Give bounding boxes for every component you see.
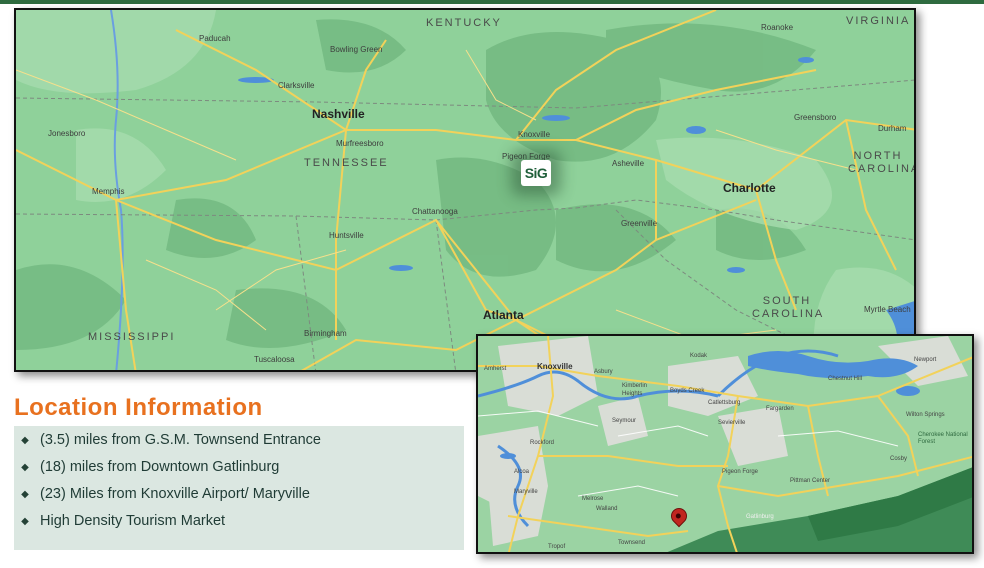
location-info-title: Location Information bbox=[14, 394, 263, 421]
city-greensboro: Greensboro bbox=[794, 113, 837, 122]
list-item: ◆ (23) Miles from Knoxville Airport/ Mar… bbox=[18, 486, 310, 502]
list-item-text: (3.5) miles from G.S.M. Townsend Entranc… bbox=[40, 432, 321, 448]
diamond-bullet-icon: ◆ bbox=[21, 461, 29, 473]
state-label-kentucky: KENTUCKY bbox=[426, 17, 502, 29]
inset-place-catlettsburg: Catlettsburg bbox=[708, 400, 741, 406]
state-label-virginia: VIRGINIA bbox=[846, 15, 911, 27]
inset-place-walland: Walland bbox=[596, 506, 618, 512]
location-info-list: ◆ (3.5) miles from G.S.M. Townsend Entra… bbox=[14, 426, 464, 550]
inset-map[interactable]: Amherst Knoxville Asbury Kodak Newport K… bbox=[476, 334, 974, 554]
top-rule bbox=[0, 0, 984, 4]
inset-place-sevierville: Sevierville bbox=[718, 420, 746, 426]
regional-map[interactable]: KENTUCKY VIRGINIA TENNESSEE NORTH CAROLI… bbox=[14, 8, 916, 372]
city-knoxville: Knoxville bbox=[518, 130, 551, 139]
inset-place-wilton-springs: Wilton Springs bbox=[906, 412, 945, 418]
city-huntsville: Huntsville bbox=[329, 231, 364, 240]
inset-place-cosby: Cosby bbox=[890, 456, 908, 462]
list-item-text: (18) miles from Downtown Gatlinburg bbox=[40, 459, 280, 475]
city-asheville: Asheville bbox=[612, 159, 645, 168]
inset-place-rockford: Rockford bbox=[530, 440, 555, 446]
city-memphis: Memphis bbox=[92, 187, 125, 196]
inset-place-melrose: Melrose bbox=[582, 496, 604, 502]
list-item: ◆ (3.5) miles from G.S.M. Townsend Entra… bbox=[18, 432, 321, 448]
inset-place-newport: Newport bbox=[914, 357, 937, 363]
state-label-tennessee: TENNESSEE bbox=[304, 157, 389, 169]
inset-place-chestnut-hill: Chestnut Hill bbox=[828, 376, 863, 382]
diamond-bullet-icon: ◆ bbox=[21, 515, 29, 527]
inset-place-kimberlin-heights: Kimberlin Heights bbox=[622, 383, 648, 397]
list-item-text: High Density Tourism Market bbox=[40, 513, 226, 529]
inset-place-tropof: Tropof bbox=[548, 544, 566, 550]
city-jonesboro: Jonesboro bbox=[48, 129, 86, 138]
city-durham: Durham bbox=[878, 124, 907, 133]
city-birmingham: Birmingham bbox=[304, 329, 347, 338]
list-item-text: (23) Miles from Knoxville Airport/ Maryv… bbox=[40, 486, 310, 502]
city-roanoke: Roanoke bbox=[761, 23, 794, 32]
city-clarksville: Clarksville bbox=[278, 81, 315, 90]
list-item: ◆ High Density Tourism Market bbox=[18, 513, 225, 529]
inset-place-pittman-center: Pittman Center bbox=[790, 478, 831, 484]
city-nashville: Nashville bbox=[312, 107, 365, 121]
inset-place-seymour: Seymour bbox=[612, 418, 637, 424]
inset-place-boyds-creek: Boyds Creek bbox=[670, 388, 705, 394]
inset-place-cherokee-national-forest: Cherokee National Forest bbox=[918, 432, 968, 445]
city-atlanta: Atlanta bbox=[483, 308, 524, 322]
inset-place-knoxville: Knoxville bbox=[537, 362, 573, 371]
city-chattanooga: Chattanooga bbox=[412, 207, 458, 216]
city-charlotte: Charlotte bbox=[723, 181, 776, 195]
inset-place-fargarden: Fargarden bbox=[766, 406, 794, 412]
inset-place-townsend: Townsend bbox=[618, 540, 646, 546]
inset-place-kodak: Kodak bbox=[690, 353, 708, 359]
inset-place-maryville: Maryville bbox=[514, 489, 538, 495]
city-bowling-green: Bowling Green bbox=[330, 45, 383, 54]
city-tuscaloosa: Tuscaloosa bbox=[254, 355, 295, 364]
inset-place-gatlinburg: Gatlinburg bbox=[746, 514, 774, 520]
state-label-north-carolina: NORTH CAROLINA bbox=[848, 150, 916, 175]
diamond-bullet-icon: ◆ bbox=[21, 488, 29, 500]
city-murfreesboro: Murfreesboro bbox=[336, 139, 384, 148]
inset-place-amherst: Amherst bbox=[484, 366, 507, 372]
list-item: ◆ (18) miles from Downtown Gatlinburg bbox=[18, 459, 279, 475]
sig-logo-marker[interactable]: SiG bbox=[521, 160, 551, 186]
city-paducah: Paducah bbox=[199, 34, 231, 43]
city-myrtle-beach: Myrtle Beach bbox=[864, 305, 911, 314]
state-label-mississippi: MISSISSIPPI bbox=[88, 331, 176, 343]
inset-place-pigeon-forge: Pigeon Forge bbox=[722, 469, 759, 475]
inset-place-alcoa: Alcoa bbox=[514, 469, 530, 475]
inset-place-asbury: Asbury bbox=[594, 369, 613, 375]
city-greenville: Greenville bbox=[621, 219, 658, 228]
state-label-south-carolina: SOUTH CAROLINA bbox=[752, 295, 825, 320]
diamond-bullet-icon: ◆ bbox=[21, 434, 29, 446]
